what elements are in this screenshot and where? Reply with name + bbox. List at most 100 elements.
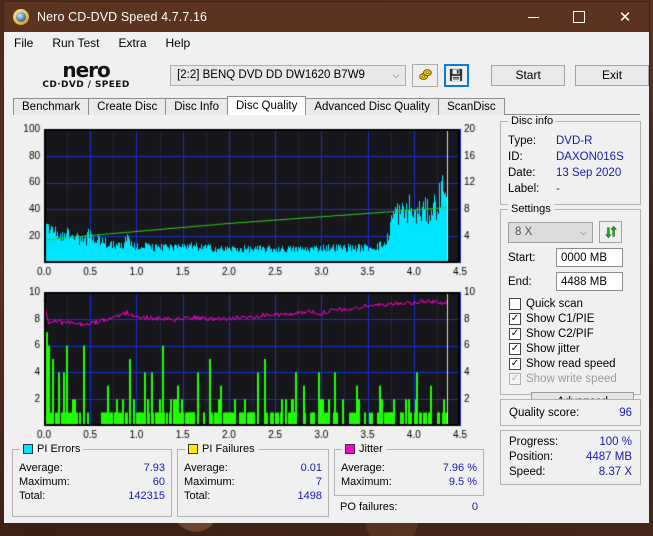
- maximize-button[interactable]: [556, 2, 601, 32]
- tab-scandisc[interactable]: ScanDisc: [438, 98, 505, 115]
- pi-failures-jitter-canvas: [12, 284, 494, 444]
- checkbox-show-read-speed[interactable]: ✓ Show read speed: [501, 355, 640, 370]
- tab-advanced-disc-quality[interactable]: Advanced Disc Quality: [305, 98, 440, 115]
- checkbox-show-c1-pie[interactable]: ✓ Show C1/PIE: [501, 310, 640, 325]
- minimize-icon: [528, 16, 539, 18]
- checkbox-label: Show jitter: [526, 343, 580, 355]
- application-window: Nero CD-DVD Speed 4.7.7.16 ✕ File Run Te…: [4, 2, 649, 523]
- quality-score-group: Quality score: 96: [500, 399, 641, 426]
- po-failures-value: 0: [471, 501, 478, 513]
- checkbox-label: Show C2/PIF: [526, 328, 594, 340]
- row-key: Maximum:: [19, 476, 70, 488]
- checkbox-show-write-speed: ✓ Show write speed: [501, 370, 640, 385]
- checkbox-box: ✓: [509, 343, 521, 355]
- speed-selector-value: 8 X: [515, 226, 533, 238]
- eject-disc-button[interactable]: [412, 63, 438, 87]
- close-button[interactable]: ✕: [601, 2, 649, 32]
- checkbox-box: ✓: [509, 373, 521, 385]
- start-field-label: Start:: [508, 251, 536, 264]
- end-field-row: End: 4488 MB: [501, 267, 640, 291]
- table-row: Average: 7.93: [19, 461, 165, 475]
- row-value: 9.5 %: [448, 476, 477, 488]
- row-key: Average:: [19, 462, 63, 474]
- table-row: Average: 0.01: [184, 461, 322, 475]
- progress-row: Progress: 100 %: [509, 435, 632, 450]
- pi-errors-stats-label: PI Errors: [37, 443, 81, 455]
- pi-errors-stats-rows: Average: 7.93 Maximum: 60 Total: 142315: [13, 450, 171, 503]
- disc-quality-panel: PI Errors Average: 7.93 Maximum: 60 Total:…: [4, 115, 649, 523]
- title-bar: Nero CD-DVD Speed 4.7.7.16 ✕: [4, 2, 649, 32]
- jitter-stats-rows: Average: 7.96 % Maximum: 9.5 %: [335, 450, 483, 489]
- position-row: Position: 4487 MB: [509, 450, 632, 465]
- menu-item-run-test[interactable]: Run Test: [52, 36, 99, 50]
- speed-row-value: Speed: 8.37 X: [509, 465, 632, 480]
- pi-failures-stats-rows: Average: 0.01 Maximum: 7 Total: 1498: [178, 450, 328, 503]
- pi-errors-chart: [12, 121, 494, 281]
- pi-failures-jitter-chart: [12, 284, 494, 444]
- row-key: Total:: [184, 490, 211, 502]
- checkbox-box: ✓: [509, 358, 521, 370]
- end-field-label: End:: [508, 275, 532, 288]
- checkbox-box: [509, 298, 521, 310]
- row-value: 142315: [128, 490, 165, 502]
- charts-column: PI Errors Average: 7.93 Maximum: 60 Total:…: [12, 121, 494, 517]
- row-key: Progress:: [509, 436, 559, 448]
- logo-tagline: CD·DVD ∕ SPEED: [42, 80, 130, 90]
- table-row: Maximum: 7: [184, 475, 322, 489]
- jitter-color-swatch: [345, 444, 355, 454]
- eject-disc-icon: [418, 68, 432, 80]
- statistics-row: PI Errors Average: 7.93 Maximum: 60 Total:…: [12, 443, 494, 517]
- tab-disc-info[interactable]: Disc Info: [165, 98, 228, 115]
- row-value: 0.01: [300, 462, 322, 474]
- disc-info-row-date: Date: 13 Sep 2020: [508, 165, 640, 181]
- save-results-button[interactable]: [443, 63, 470, 87]
- checkbox-label: Quick scan: [526, 298, 583, 310]
- window-title: Nero CD-DVD Speed 4.7.7.16: [37, 10, 208, 24]
- start-button[interactable]: Start: [491, 64, 566, 86]
- table-row: Maximum: 60: [19, 475, 165, 489]
- row-value: 100 %: [599, 436, 632, 448]
- drive-selector[interactable]: [2:2] BENQ DVD DD DW1620 B7W9 ⌵: [170, 64, 407, 86]
- checkbox-show-c2-pif[interactable]: ✓ Show C2/PIF: [501, 325, 640, 340]
- menu-item-file[interactable]: File: [14, 36, 33, 50]
- row-value: 7.93: [143, 462, 165, 474]
- row-value: DVD-R: [556, 135, 593, 147]
- end-input[interactable]: 4488 MB: [556, 272, 623, 291]
- table-row: Average: 7.96 %: [341, 461, 477, 475]
- table-row: Total: 1498: [184, 489, 322, 503]
- disc-info-row-label: Label: -: [508, 181, 640, 197]
- speed-selector[interactable]: 8 X ⌵: [508, 221, 593, 243]
- minimize-button[interactable]: [511, 2, 556, 32]
- pi-errors-stats-group: PI Errors Average: 7.93 Maximum: 60 Total:…: [12, 443, 172, 517]
- row-key: Speed:: [509, 466, 546, 478]
- tab-benchmark[interactable]: Benchmark: [13, 98, 90, 115]
- menu-item-help[interactable]: Help: [166, 36, 191, 50]
- row-value: 60: [152, 476, 165, 488]
- side-panel: Disc info Type: DVD-R ID: DAXON016S Date: 1…: [500, 115, 641, 517]
- disc-info-group: Disc info Type: DVD-R ID: DAXON016S Date: 1…: [500, 115, 641, 205]
- pi-failures-stats-title: PI Failures: [185, 443, 258, 455]
- row-key: Maximum:: [341, 476, 392, 488]
- checkbox-show-jitter[interactable]: ✓ Show jitter: [501, 340, 640, 355]
- checkbox-quick-scan[interactable]: Quick scan: [501, 291, 640, 310]
- row-key: Total:: [19, 490, 46, 502]
- refresh-button[interactable]: [599, 221, 622, 243]
- start-field-row: Start: 0000 MB: [501, 243, 640, 267]
- row-value: 13 Sep 2020: [556, 167, 622, 179]
- disc-info-title: Disc info: [508, 115, 557, 127]
- tab-create-disc[interactable]: Create Disc: [88, 98, 167, 115]
- speed-row: 8 X ⌵: [501, 221, 640, 243]
- start-input[interactable]: 0000 MB: [556, 248, 623, 267]
- row-value: 7.96 %: [442, 462, 477, 474]
- table-row: Maximum: 9.5 %: [341, 475, 477, 489]
- tab-disc-quality[interactable]: Disc Quality: [227, 96, 307, 115]
- tab-strip: Benchmark Create Disc Disc Info Disc Qua…: [4, 96, 649, 115]
- disc-info-row-id: ID: DAXON016S: [508, 149, 640, 165]
- nero-logo: nero CD·DVD ∕ SPEED: [18, 60, 154, 90]
- exit-button[interactable]: Exit: [575, 64, 649, 86]
- menu-item-extra[interactable]: Extra: [118, 36, 146, 50]
- row-value: 7: [315, 476, 322, 488]
- settings-group: Settings 8 X ⌵ Start: 0000 MB End: 4488 …: [500, 203, 641, 412]
- row-value: -: [556, 183, 560, 195]
- jitter-stats-group: Jitter Average: 7.96 % Maximum: 9.5 %: [334, 443, 484, 496]
